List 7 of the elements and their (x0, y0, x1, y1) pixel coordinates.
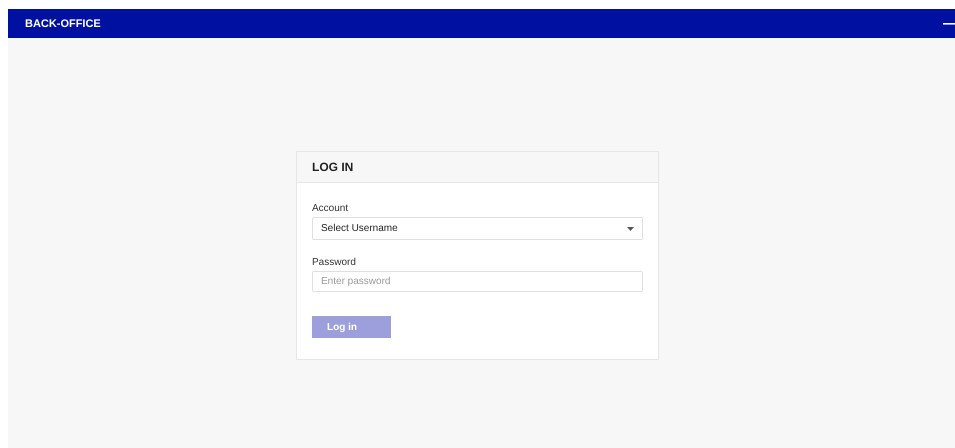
password-label: Password (312, 257, 357, 268)
app-title: BACK-OFFICE (25, 18, 101, 30)
account-select[interactable]: Select Username (312, 217, 643, 240)
card-title: LOG IN (312, 160, 354, 174)
account-label: Account (312, 203, 350, 214)
caret-icon (627, 226, 634, 230)
password-field[interactable]: Enter password (312, 271, 643, 292)
